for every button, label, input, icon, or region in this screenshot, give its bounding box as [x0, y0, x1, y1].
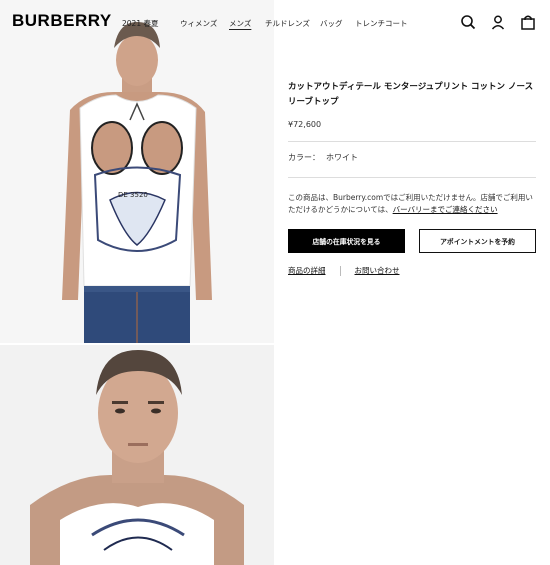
- product-title: カットアウトディテール モンタージュプリント コットン ノースリーブトップ: [288, 82, 534, 107]
- color-row: カラー： ホワイト: [288, 152, 536, 163]
- burberry-logo[interactable]: BURBERRY: [12, 11, 112, 31]
- divider: [288, 141, 536, 142]
- product-image-closeup[interactable]: [0, 345, 274, 565]
- account-icon[interactable]: [490, 14, 506, 30]
- search-icon[interactable]: [460, 14, 476, 30]
- bag-icon[interactable]: [520, 14, 536, 30]
- color-label: カラー：: [288, 153, 320, 162]
- product-price: ¥72,600: [288, 120, 322, 129]
- check-store-stock-button[interactable]: 店舗の在庫状況を見る: [288, 229, 405, 253]
- product-details-link[interactable]: 商品の詳細: [288, 265, 326, 276]
- product-info-panel: カットアウトディテール モンタージュプリント コットン ノースリーブトップ ¥7…: [288, 80, 536, 276]
- color-value: ホワイト: [326, 153, 358, 162]
- action-buttons: 店舗の在庫状況を見る アポイントメントを予約: [288, 229, 536, 253]
- nav-item-bags[interactable]: バッグ: [320, 18, 343, 29]
- contact-burberry-link[interactable]: バーバリーまでご連絡ください: [393, 205, 498, 214]
- availability-notice: この商品は、Burberry.comではご利用いただけません。店舗でご利用いただ…: [288, 192, 536, 216]
- link-separator: [339, 265, 341, 276]
- nav-item-mens[interactable]: メンズ: [229, 18, 251, 29]
- site-header: BURBERRY 2021 春夏 ウィメンズ メンズ チルドレンズ バッグ トレ…: [0, 0, 550, 44]
- header-icons: [460, 14, 536, 30]
- nav-item-womens[interactable]: ウィメンズ: [180, 18, 217, 29]
- product-links: 商品の詳細 お問い合わせ: [288, 265, 536, 276]
- book-appointment-button[interactable]: アポイントメントを予約: [419, 229, 536, 253]
- nav-item-childrens[interactable]: チルドレンズ: [265, 18, 310, 29]
- inquiry-link[interactable]: お問い合わせ: [355, 265, 400, 276]
- nav-item-2021-ss[interactable]: 2021 春夏: [122, 18, 158, 29]
- product-image-front[interactable]: DE 3520: [0, 0, 274, 343]
- divider: [288, 177, 536, 178]
- nav-item-trench[interactable]: トレンチコート: [355, 18, 408, 29]
- svg-text:DE 3520: DE 3520: [118, 191, 148, 199]
